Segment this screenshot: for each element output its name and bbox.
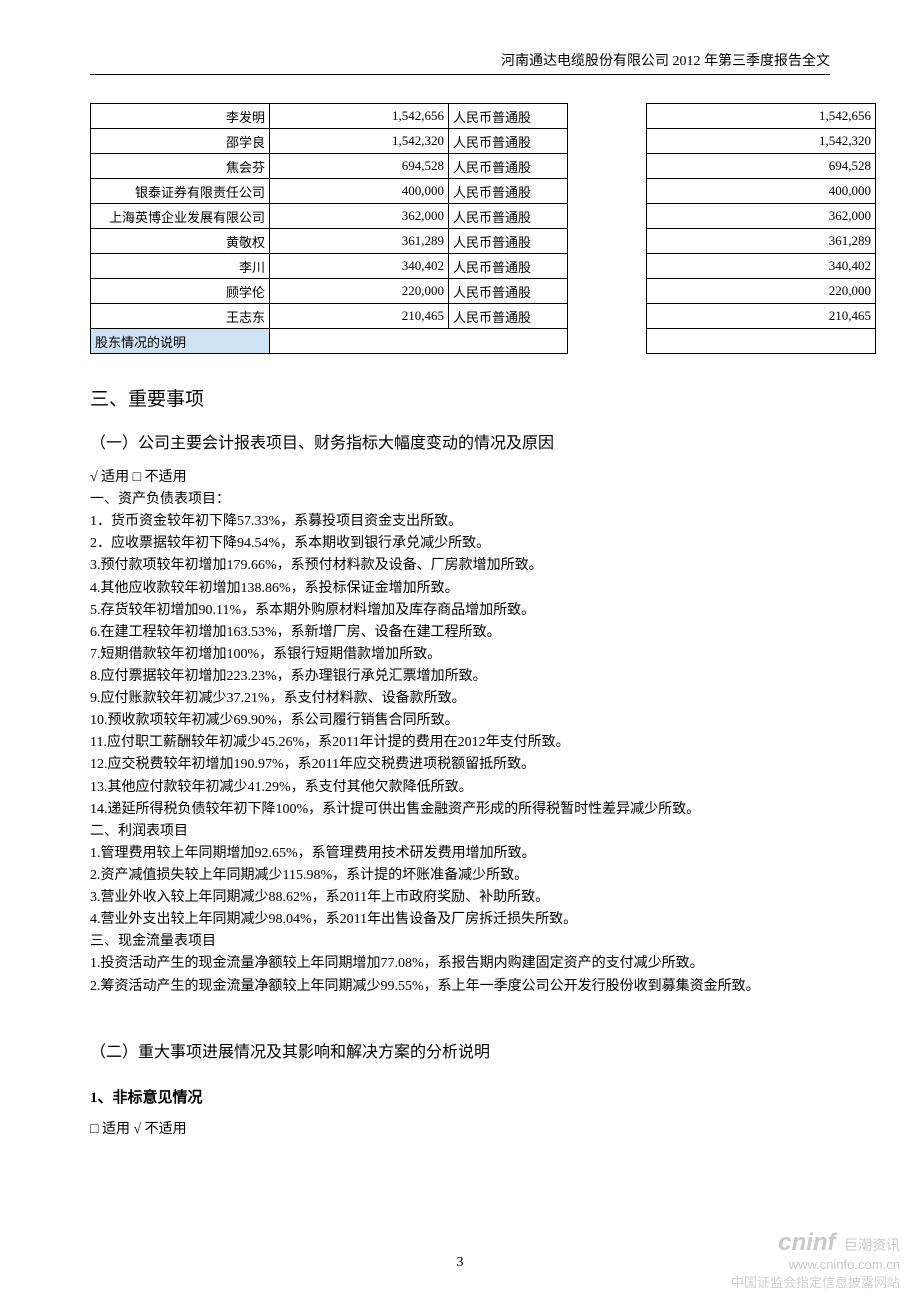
section-3-1-title: （一）公司主要会计报表项目、财务指标大幅度变动的情况及原因: [90, 429, 830, 453]
cell-right: 220,000: [647, 279, 876, 304]
cell-name: 王志东: [91, 304, 270, 329]
income-item: 2.资产减值损失较上年同期减少115.98%，系计提的坏账准备减少所致。: [90, 865, 830, 887]
cell-gap: [568, 129, 647, 154]
cell-type: 人民币普通股: [449, 229, 568, 254]
cell-name: 焦会芬: [91, 154, 270, 179]
cell-name: 黄敬权: [91, 229, 270, 254]
cashflow-item: 1.投资活动产生的现金流量净额较上年同期增加77.08%，系报告期内购建固定资产…: [90, 953, 830, 975]
cell-gap: [568, 279, 647, 304]
balance-item: 10.预收款项较年初减少69.90%，系公司履行销售合同所致。: [90, 710, 830, 732]
cell-name: 邵学良: [91, 129, 270, 154]
cell-right: 361,289: [647, 229, 876, 254]
balance-item: 12.应交税费较年初增加190.97%，系2011年应交税费进项税额留抵所致。: [90, 754, 830, 776]
balance-item: 7.短期借款较年初增加100%，系银行短期借款增加所致。: [90, 644, 830, 666]
cell-right: 400,000: [647, 179, 876, 204]
page: 河南通达电缆股份有限公司 2012 年第三季度报告全文 李发明 1,542,65…: [0, 0, 920, 1301]
header-rule: [90, 74, 830, 75]
balance-item: 4.其他应收款较年初增加138.86%，系投标保证金增加所致。: [90, 578, 830, 600]
income-item: 3.营业外收入较上年同期减少88.62%，系2011年上市政府奖励、补助所致。: [90, 887, 830, 909]
balance-heading: 一、资产负债表项目：: [90, 489, 830, 511]
cell-gap: [568, 204, 647, 229]
cell-type: 人民币普通股: [449, 254, 568, 279]
section-3-title: 三、重要事项: [90, 384, 830, 411]
watermark-url: www.cninfo.com.cn: [731, 1257, 900, 1272]
footer-empty-left: [270, 329, 568, 354]
cell-right: 1,542,656: [647, 104, 876, 129]
cell-gap: [568, 304, 647, 329]
cell-name: 李川: [91, 254, 270, 279]
cell-right: 694,528: [647, 154, 876, 179]
table-row: 邵学良 1,542,320 人民币普通股 1,542,320: [91, 129, 876, 154]
cell-shares: 694,528: [270, 154, 449, 179]
watermark-logo-icon: cninf: [778, 1229, 835, 1256]
balance-item: 5.存货较年初增加90.11%，系本期外购原材料增加及库存商品增加所致。: [90, 600, 830, 622]
cell-type: 人民币普通股: [449, 129, 568, 154]
cell-name: 顾学伦: [91, 279, 270, 304]
table-footer-row: 股东情况的说明: [91, 329, 876, 354]
watermark: cninf 巨潮资讯 www.cninfo.com.cn 中国证监会指定信息披露…: [731, 1229, 900, 1291]
footer-empty-right: [647, 329, 876, 354]
cell-gap: [568, 329, 647, 354]
cell-gap: [568, 229, 647, 254]
balance-item: 13.其他应付款较年初减少41.29%，系支付其他欠款降低所致。: [90, 777, 830, 799]
cell-shares: 340,402: [270, 254, 449, 279]
balance-item: 6.在建工程较年初增加163.53%，系新增厂房、设备在建工程所致。: [90, 622, 830, 644]
page-header-title: 河南通达电缆股份有限公司 2012 年第三季度报告全文: [90, 50, 830, 70]
watermark-note: 中国证监会指定信息披露网站: [731, 1272, 900, 1291]
table-row: 上海英博企业发展有限公司 362,000 人民币普通股 362,000: [91, 204, 876, 229]
cell-shares: 1,542,656: [270, 104, 449, 129]
cell-name: 上海英博企业发展有限公司: [91, 204, 270, 229]
cell-shares: 362,000: [270, 204, 449, 229]
balance-item: 1．货币资金较年初下降57.33%，系募投项目资金支出所致。: [90, 511, 830, 533]
cashflow-item: 2.筹资活动产生的现金流量净额较上年同期减少99.55%，系上年一季度公司公开发…: [90, 976, 830, 998]
table-row: 焦会芬 694,528 人民币普通股 694,528: [91, 154, 876, 179]
cell-gap: [568, 154, 647, 179]
cell-type: 人民币普通股: [449, 104, 568, 129]
balance-item: 2．应收票据较年初下降94.54%，系本期收到银行承兑减少所致。: [90, 533, 830, 555]
income-item: 4.营业外支出较上年同期减少98.04%，系2011年出售设备及厂房拆迁损失所致…: [90, 909, 830, 931]
income-heading: 二、利润表项目: [90, 821, 830, 843]
applicable-line-2: □ 适用 √ 不适用: [90, 1119, 830, 1141]
section-3-2-title: （二）重大事项进展情况及其影响和解决方案的分析说明: [90, 1038, 830, 1062]
cell-type: 人民币普通股: [449, 154, 568, 179]
cell-type: 人民币普通股: [449, 304, 568, 329]
cell-gap: [568, 254, 647, 279]
shareholders-table: 李发明 1,542,656 人民币普通股 1,542,656 邵学良 1,542…: [90, 103, 876, 354]
applicable-line-1: √ 适用 □ 不适用: [90, 467, 830, 489]
cell-gap: [568, 179, 647, 204]
cell-right: 210,465: [647, 304, 876, 329]
table-row: 王志东 210,465 人民币普通股 210,465: [91, 304, 876, 329]
cell-name: 李发明: [91, 104, 270, 129]
cell-right: 362,000: [647, 204, 876, 229]
cell-gap: [568, 104, 647, 129]
cell-shares: 220,000: [270, 279, 449, 304]
cell-shares: 400,000: [270, 179, 449, 204]
footer-label-cell: 股东情况的说明: [91, 329, 270, 354]
table-row: 李发明 1,542,656 人民币普通股 1,542,656: [91, 104, 876, 129]
section-3-2-sub1-title: 1、非标意见情况: [90, 1086, 830, 1107]
income-item: 1.管理费用较上年同期增加92.65%，系管理费用技术研发费用增加所致。: [90, 843, 830, 865]
cell-shares: 210,465: [270, 304, 449, 329]
cashflow-heading: 三、现金流量表项目: [90, 931, 830, 953]
table-row: 李川 340,402 人民币普通股 340,402: [91, 254, 876, 279]
table-row: 黄敬权 361,289 人民币普通股 361,289: [91, 229, 876, 254]
cell-right: 1,542,320: [647, 129, 876, 154]
balance-item: 3.预付款项较年初增加179.66%，系预付材料款及设备、厂房款增加所致。: [90, 555, 830, 577]
cell-type: 人民币普通股: [449, 204, 568, 229]
shareholders-tbody: 李发明 1,542,656 人民币普通股 1,542,656 邵学良 1,542…: [91, 104, 876, 354]
table-row: 银泰证券有限责任公司 400,000 人民币普通股 400,000: [91, 179, 876, 204]
cell-type: 人民币普通股: [449, 179, 568, 204]
cell-right: 340,402: [647, 254, 876, 279]
balance-item: 11.应付职工薪酬较年初减少45.26%，系2011年计提的费用在2012年支付…: [90, 732, 830, 754]
balance-item: 14.递延所得税负债较年初下降100%，系计提可供出售金融资产形成的所得税暂时性…: [90, 799, 830, 821]
cell-name: 银泰证券有限责任公司: [91, 179, 270, 204]
cell-shares: 1,542,320: [270, 129, 449, 154]
balance-item: 9.应付账款较年初减少37.21%，系支付材料款、设备款所致。: [90, 688, 830, 710]
cell-shares: 361,289: [270, 229, 449, 254]
table-row: 顾学伦 220,000 人民币普通股 220,000: [91, 279, 876, 304]
watermark-tag: 巨潮资讯: [844, 1237, 900, 1253]
cell-type: 人民币普通股: [449, 279, 568, 304]
balance-item: 8.应付票据较年初增加223.23%，系办理银行承兑汇票增加所致。: [90, 666, 830, 688]
